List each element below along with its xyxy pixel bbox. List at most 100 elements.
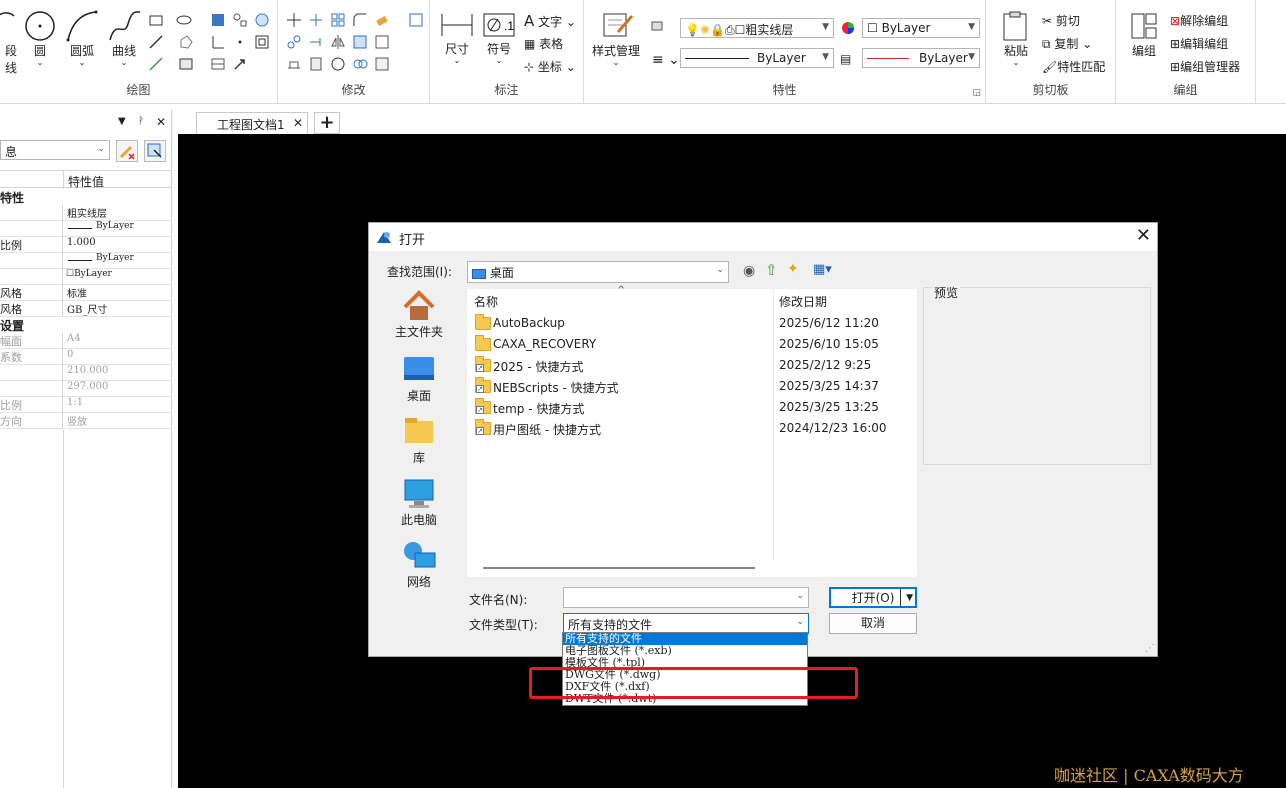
group-manager-tool[interactable]: ⊞编组管理器: [1170, 58, 1240, 75]
ellipse-icon[interactable]: [176, 12, 192, 28]
table-tool[interactable]: ▦ 表格: [524, 35, 563, 52]
ungroup-tool[interactable]: ⊠解除编组: [1170, 12, 1228, 29]
fillet-icon[interactable]: [352, 56, 368, 72]
symbol-tool[interactable]: .1 符号 ⌄: [480, 10, 518, 65]
property-row[interactable]: 比例 1.000: [0, 237, 172, 253]
style-manager-tool[interactable]: 样式管理 ⌄: [588, 10, 644, 67]
place-home[interactable]: 主文件夹: [371, 289, 467, 340]
properties-launcher-icon[interactable]: ◲: [972, 88, 981, 98]
edit-icon[interactable]: [374, 56, 390, 72]
property-row[interactable]: ByLayer: [0, 221, 172, 237]
filetype-select[interactable]: 所有支持的文件 ⌄: [563, 613, 809, 634]
explode-icon[interactable]: [408, 12, 424, 28]
place-library[interactable]: 库: [371, 415, 467, 466]
filetype-option[interactable]: 所有支持的文件: [563, 633, 807, 645]
point-icon[interactable]: [232, 34, 248, 50]
region-icon[interactable]: [254, 12, 270, 28]
extend-icon[interactable]: [308, 34, 324, 50]
linetype-combo[interactable]: ByLayer ▼: [680, 48, 834, 68]
circle-tool[interactable]: 圆 ⌄: [24, 8, 56, 67]
chamfer-icon[interactable]: [352, 12, 368, 28]
property-row[interactable]: 系数 0: [0, 349, 172, 365]
match-properties-tool[interactable]: 🖌特性匹配: [1042, 58, 1105, 75]
tab-close-icon[interactable]: ✕: [293, 116, 303, 130]
layer-state-icon[interactable]: [650, 18, 666, 34]
arc-tool[interactable]: 圆弧 ⌄: [64, 8, 100, 67]
new-folder-icon[interactable]: ✦: [787, 261, 799, 277]
copy-tool[interactable]: ⧉ 复制 ⌄: [1042, 35, 1092, 52]
new-tab-button[interactable]: +: [314, 112, 340, 134]
lineweight-combo[interactable]: ByLayer ▼: [862, 48, 980, 68]
panel-close-icon[interactable]: ✕: [156, 115, 166, 129]
filename-input[interactable]: ⌄: [563, 587, 809, 608]
color-wheel-icon[interactable]: [840, 20, 856, 36]
cut-tool[interactable]: ✂ 剪切: [1042, 12, 1080, 29]
rotate-icon[interactable]: [330, 56, 346, 72]
cancel-button[interactable]: 取消: [829, 613, 917, 634]
line-icon[interactable]: [148, 34, 164, 50]
file-row[interactable]: ↗ NEBScripts - 快捷方式 2025/3/25 14:37: [467, 376, 915, 397]
hatch-icon[interactable]: [210, 12, 226, 28]
group-edit-tool[interactable]: 编组: [1124, 10, 1164, 59]
stretch-icon[interactable]: [286, 56, 302, 72]
property-row[interactable]: 风格 GB_尺寸: [0, 301, 172, 317]
property-row[interactable]: ☐ByLayer: [0, 269, 172, 285]
section-settings[interactable]: 设置: [0, 317, 24, 334]
image-icon[interactable]: [178, 56, 194, 72]
place-desktop[interactable]: 桌面: [371, 353, 467, 404]
up-folder-icon[interactable]: ⇧: [765, 261, 778, 279]
trim-icon[interactable]: [308, 12, 324, 28]
dialog-close-icon[interactable]: ✕: [1136, 225, 1151, 246]
pin-icon[interactable]: ᚹ: [138, 116, 144, 127]
document-tab[interactable]: 工程图文档1 ✕: [196, 112, 308, 134]
place-network[interactable]: 网络: [371, 539, 467, 590]
angle-icon[interactable]: [210, 34, 226, 50]
polyline-tool[interactable]: 段线: [0, 8, 22, 76]
lineweight-icon[interactable]: ≡ ⌄: [652, 52, 680, 68]
file-row[interactable]: ↗ temp - 快捷方式 2025/3/25 13:25: [467, 397, 915, 418]
property-row[interactable]: 比例 1:1: [0, 397, 172, 413]
property-row[interactable]: 幅面 A4: [0, 333, 172, 349]
scale-icon[interactable]: [352, 34, 368, 50]
filetype-option[interactable]: 电子图板文件 (*.exb): [563, 645, 807, 657]
file-row[interactable]: ↗ 用户图纸 - 快捷方式 2024/12/23 16:00: [467, 418, 915, 439]
section-properties[interactable]: 特性: [0, 189, 24, 206]
curve-tool[interactable]: 曲线 ⌄: [106, 8, 142, 67]
quick-select-button[interactable]: [116, 140, 138, 162]
back-icon[interactable]: ◉: [743, 263, 755, 279]
panel-dropdown-icon[interactable]: ▼: [118, 116, 126, 127]
resize-grip-icon[interactable]: ⋰: [1145, 643, 1155, 654]
object-filter-combo[interactable]: 息 ⌄: [0, 140, 110, 160]
property-row[interactable]: 297.000: [0, 381, 172, 397]
move-icon[interactable]: [286, 12, 302, 28]
property-row[interactable]: ByLayer: [0, 253, 172, 269]
eraser-icon[interactable]: [374, 12, 390, 28]
file-row[interactable]: AutoBackup 2025/6/12 11:20: [467, 313, 915, 334]
dimension-tool[interactable]: 尺寸 ⌄: [438, 10, 476, 65]
horizontal-scrollbar[interactable]: [483, 567, 755, 569]
break-icon[interactable]: [308, 56, 324, 72]
open-dropdown-icon[interactable]: ▼: [906, 589, 913, 608]
frame-icon[interactable]: [254, 34, 270, 50]
edit-group-tool[interactable]: ⊞编辑编组: [1170, 35, 1228, 52]
linetype-scale-icon[interactable]: ▤: [840, 52, 851, 66]
offset-icon[interactable]: [374, 34, 390, 50]
array-icon[interactable]: [330, 12, 346, 28]
layer-combo[interactable]: 💡✺🔒⎙☐粗实线层 ▼: [680, 18, 834, 38]
property-row[interactable]: 方向 竖放: [0, 413, 172, 429]
property-row[interactable]: 粗实线层: [0, 205, 172, 221]
place-this-pc[interactable]: 此电脑: [371, 477, 467, 528]
lookin-combo[interactable]: 桌面 ⌄: [467, 261, 729, 283]
select-objects-button[interactable]: [144, 140, 166, 162]
centerline-icon[interactable]: [148, 56, 164, 72]
copy-obj-icon[interactable]: [286, 34, 302, 50]
mirror-icon[interactable]: [330, 34, 346, 50]
arrow-icon[interactable]: [232, 56, 248, 72]
property-row[interactable]: 风格 标准: [0, 285, 172, 301]
coordinate-tool[interactable]: ⊹ 坐标 ⌄: [524, 58, 576, 75]
column-name-header[interactable]: 名称: [474, 293, 498, 310]
polygon-icon[interactable]: [178, 34, 194, 50]
table-draw-icon[interactable]: [210, 56, 226, 72]
file-row[interactable]: CAXA_RECOVERY 2025/6/10 15:05: [467, 334, 915, 355]
rectangle-icon[interactable]: [148, 12, 164, 28]
